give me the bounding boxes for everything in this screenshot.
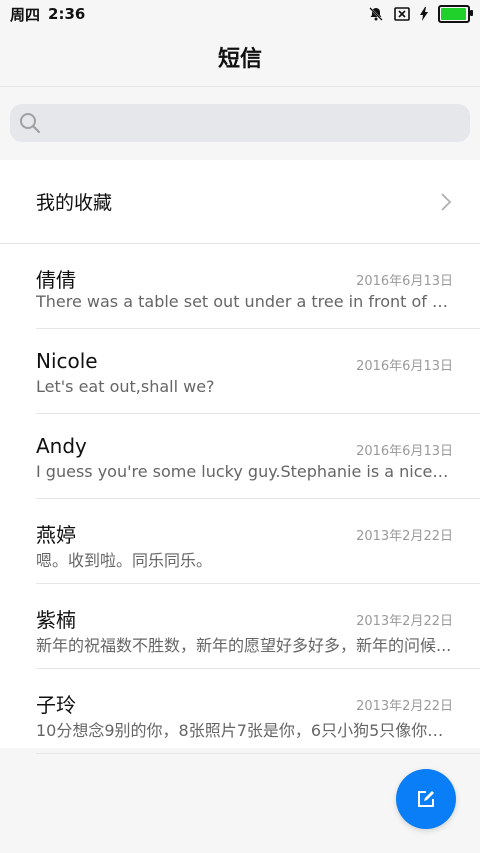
favorites-label: 我的收藏 (36, 192, 113, 214)
search-icon (18, 111, 42, 135)
message-date: 2016年6月13日 (356, 274, 453, 289)
message-list: 我的收藏 倩倩 2016年6月13日 There was a table set… (0, 160, 480, 754)
compose-icon (416, 789, 436, 809)
page-title: 短信 (217, 47, 262, 72)
sim-off-icon (394, 7, 410, 21)
title-bar: 短信 (0, 28, 480, 87)
battery-icon (438, 5, 473, 23)
battery-fill (441, 8, 467, 20)
message-date: 2016年6月13日 (356, 359, 453, 374)
message-date: 2013年2月22日 (356, 614, 453, 629)
message-date: 2013年2月22日 (356, 699, 453, 714)
mute-icon (368, 6, 384, 22)
message-row[interactable]: Nicole 2016年6月13日 Let's eat out,shall we… (36, 329, 480, 414)
message-preview: 新年的祝福数不胜数，新年的愿望好多好多，新年的问候... (36, 636, 452, 655)
message-preview: 10分想念9别的你，8张照片7张是你，6只小狗5只像你，4... (36, 721, 452, 740)
message-preview: 嗯。收到啦。同乐同乐。 (36, 551, 213, 570)
message-row[interactable]: 子玲 2013年2月22日 10分想念9别的你，8张照片7张是你，6只小狗5只像… (36, 669, 480, 754)
search-bar[interactable] (10, 104, 470, 142)
contact-name: Andy (36, 434, 87, 458)
status-bar: 周四 2:36 (0, 0, 480, 28)
contact-name: 倩倩 (36, 268, 76, 292)
message-preview: I guess you're some lucky guy.Stephanie … (36, 462, 452, 481)
chevron-right-icon (440, 192, 452, 212)
status-time: 2:36 (48, 5, 86, 23)
message-row[interactable]: 燕婷 2013年2月22日 嗯。收到啦。同乐同乐。 (36, 499, 480, 584)
message-row[interactable]: 倩倩 2016年6月13日 There was a table set out … (36, 244, 480, 329)
status-time-group: 周四 2:36 (10, 4, 85, 25)
favorites-row[interactable]: 我的收藏 (0, 160, 480, 244)
message-row[interactable]: 紫楠 2013年2月22日 新年的祝福数不胜数，新年的愿望好多好多，新年的问候.… (36, 584, 480, 669)
status-icons (368, 5, 473, 23)
search-input[interactable] (50, 112, 454, 134)
message-row[interactable]: Andy 2016年6月13日 I guess you're some luck… (36, 414, 480, 499)
contact-name: 紫楠 (36, 608, 76, 632)
charging-icon (420, 7, 428, 21)
status-day: 周四 (10, 5, 41, 24)
contact-name: Nicole (36, 349, 98, 373)
message-date: 2013年2月22日 (356, 529, 453, 544)
message-preview: There was a table set out under a tree i… (36, 292, 452, 311)
message-preview: Let's eat out,shall we? (36, 377, 215, 396)
message-date: 2016年6月13日 (356, 444, 453, 459)
contact-name: 燕婷 (36, 523, 76, 547)
compose-button[interactable] (396, 769, 456, 829)
contact-name: 子玲 (36, 693, 76, 717)
